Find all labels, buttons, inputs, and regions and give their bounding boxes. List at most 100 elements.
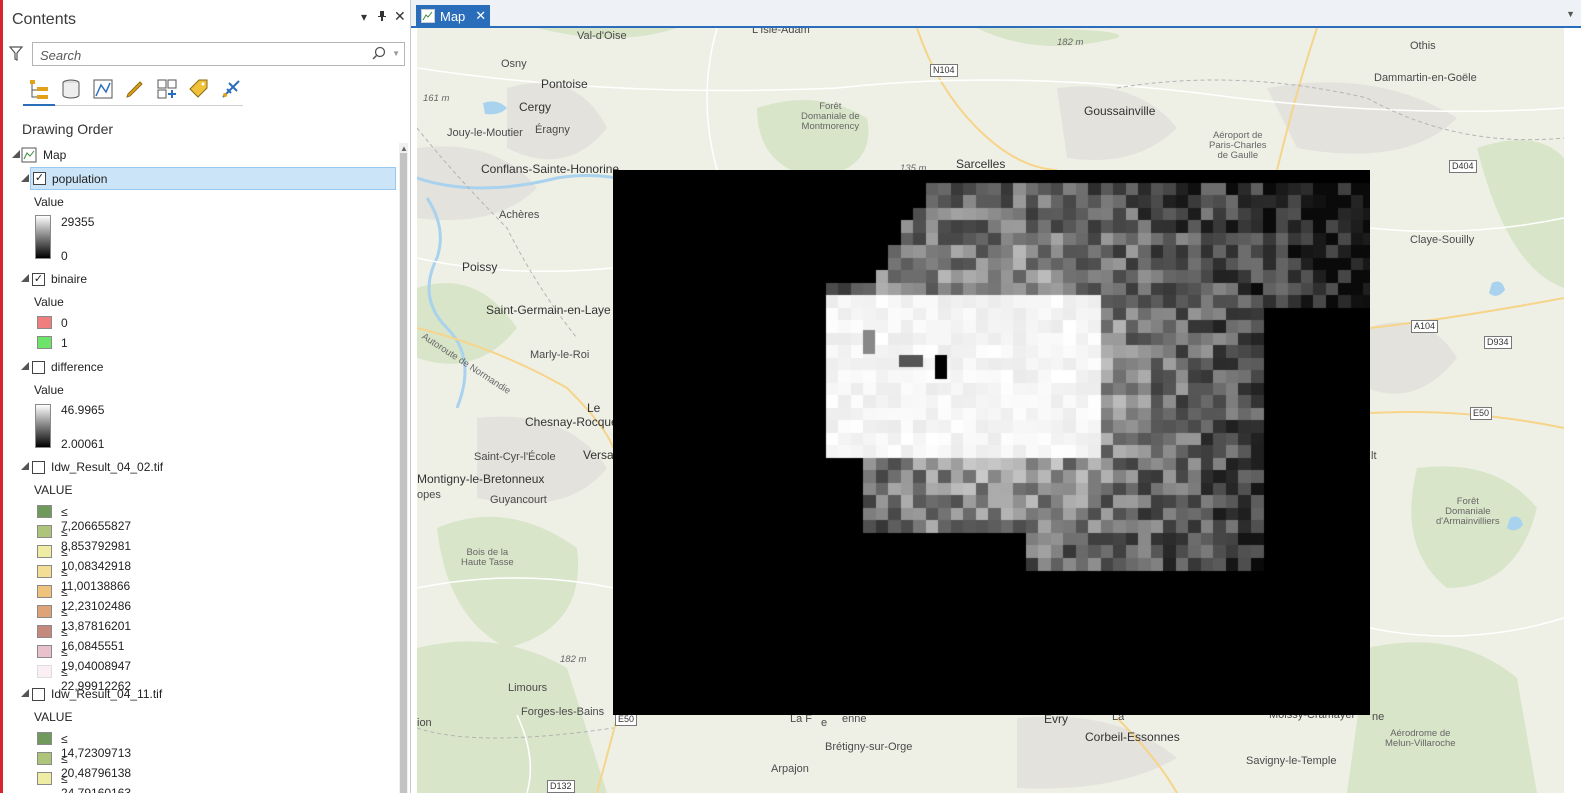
place-label: Arpajon <box>771 763 809 775</box>
place-label: Val-d'Oise <box>577 30 627 42</box>
elevation-label: 182 m <box>560 654 587 665</box>
list-by-data-source-icon <box>62 79 80 99</box>
binaire-visibility-checkbox[interactable]: ✓ <box>32 272 45 286</box>
tab-map[interactable]: Map ✕ <box>416 5 490 27</box>
list-by-perspective-imagery-button[interactable] <box>215 74 247 104</box>
pane-title: Contents <box>12 11 77 28</box>
legend-field-label: VALUE <box>34 483 73 497</box>
road-shield: D132 <box>547 780 575 793</box>
list-by-perspective-imagery-icon <box>222 80 240 98</box>
map-canvas[interactable]: Val-d'Oise L'Isle-Adam Osny Pontoise Cer… <box>417 28 1564 793</box>
list-by-labeling-button[interactable] <box>183 74 215 104</box>
list-by-snapping-icon <box>157 79 177 99</box>
search-field[interactable]: ▼ <box>32 42 405 66</box>
list-by-labeling-icon <box>189 79 208 98</box>
place-label: Aérodrome de Melun-Villaroche <box>1385 728 1456 749</box>
list-by-editing-button[interactable] <box>119 74 151 104</box>
layer-name: Idw_Result_04_11.tif <box>51 687 163 701</box>
legend-stretch-ramp <box>35 215 51 259</box>
population-raster-layer <box>613 170 1370 715</box>
legend-swatch <box>37 316 52 329</box>
collapse-binaire-icon[interactable] <box>21 274 29 282</box>
place-label: lt <box>1371 450 1377 462</box>
tab-list-chevron-icon[interactable]: ▼ <box>1566 9 1575 19</box>
list-by-data-source-button[interactable] <box>55 74 87 104</box>
place-label: Versa <box>583 448 614 462</box>
population-visibility-checkbox[interactable]: ✓ <box>33 172 46 185</box>
list-by-snapping-button[interactable] <box>151 74 183 104</box>
scroll-up-arrow-icon[interactable]: ▲ <box>400 144 408 153</box>
place-label: Poissy <box>462 260 498 274</box>
layer-idw-result-04-11[interactable]: Idw_Result_04_11.tif <box>32 684 162 704</box>
collapse-idw1-icon[interactable] <box>21 462 29 470</box>
collapse-difference-icon[interactable] <box>21 362 29 370</box>
legend-field-label: VALUE <box>34 710 73 724</box>
place-label: ion <box>417 717 432 729</box>
place-label: Montigny-le-Bretonneux <box>417 472 545 486</box>
layer-difference[interactable]: difference <box>32 357 103 377</box>
place-label: Éragny <box>535 124 570 136</box>
legend-field-label: Value <box>34 295 64 309</box>
legend-swatch <box>37 525 52 538</box>
layer-idw-result-04-02[interactable]: Idw_Result_04_02.tif <box>32 457 163 477</box>
difference-visibility-checkbox[interactable] <box>32 360 45 374</box>
place-label: e <box>821 717 828 729</box>
place-label: Goussainville <box>1084 104 1156 118</box>
collapse-idw2-icon[interactable] <box>21 689 29 697</box>
legend-swatch <box>37 752 52 765</box>
legend-swatch <box>37 336 52 349</box>
map-right-edge <box>1564 28 1581 793</box>
legend-swatch <box>37 732 52 745</box>
legend-swatch <box>37 772 52 785</box>
place-label: Forêt Domaniale de Montmorency <box>801 101 860 132</box>
filter-icon[interactable] <box>8 46 24 67</box>
list-by-drawing-order-button[interactable] <box>23 74 55 104</box>
place-label: opes <box>417 489 441 501</box>
tab-label: Map <box>440 8 466 24</box>
layer-name: difference <box>51 360 104 374</box>
place-label: Bois de la Haute Tasse <box>461 547 514 568</box>
pin-icon[interactable] <box>377 10 387 25</box>
place-label: Pontoise <box>541 77 588 91</box>
road-shield: D934 <box>1484 336 1512 349</box>
place-label: Osny <box>501 58 527 70</box>
close-tab-icon[interactable]: ✕ <box>475 8 486 24</box>
legend-swatch <box>37 505 52 518</box>
map-node[interactable]: Map <box>21 145 66 165</box>
collapse-population-icon[interactable] <box>21 174 29 182</box>
legend-class-label: 1 <box>61 336 68 350</box>
place-label: Cergy <box>519 100 552 114</box>
place-label: Sarcelles <box>956 157 1006 171</box>
legend-swatch <box>37 605 52 618</box>
idw2-visibility-checkbox[interactable] <box>32 687 45 701</box>
search-options-chevron-icon[interactable]: ▼ <box>392 49 400 58</box>
layer-population[interactable]: ✓ population <box>30 167 396 190</box>
pane-options-chevron-icon[interactable]: ▾ <box>361 10 367 24</box>
legend-field-label: Value <box>34 195 64 209</box>
road-shield: E50 <box>1470 407 1493 420</box>
collapse-map-icon[interactable] <box>12 150 20 158</box>
close-pane-icon[interactable]: ✕ <box>394 8 406 25</box>
layer-binaire[interactable]: ✓ binaire <box>32 269 87 289</box>
place-label: Marly-le-Roi <box>530 349 590 361</box>
list-by-selection-button[interactable] <box>87 74 119 104</box>
elevation-label: 182 m <box>1057 37 1084 48</box>
layer-name: population <box>52 171 108 186</box>
road-shield: D404 <box>1449 160 1477 173</box>
legend-field-label: Value <box>34 383 64 397</box>
contents-scrollbar-thumb[interactable] <box>400 153 407 793</box>
legend-swatch <box>37 665 52 678</box>
place-label: Limours <box>508 682 548 694</box>
legend-swatch <box>37 625 52 638</box>
legend-max-value: 29355 <box>61 215 95 229</box>
legend-stretch-ramp <box>35 404 51 448</box>
place-label: Le <box>587 401 601 415</box>
idw1-visibility-checkbox[interactable] <box>32 460 45 474</box>
place-label: Guyancourt <box>490 494 547 506</box>
place-label: Conflans-Sainte-Honorine <box>481 162 620 176</box>
search-input[interactable] <box>38 44 362 66</box>
search-icon[interactable] <box>372 46 386 65</box>
raster-pixels <box>613 170 1370 715</box>
map-tab-bar: Map ✕ ▼ <box>411 0 1581 28</box>
legend-swatch <box>37 565 52 578</box>
